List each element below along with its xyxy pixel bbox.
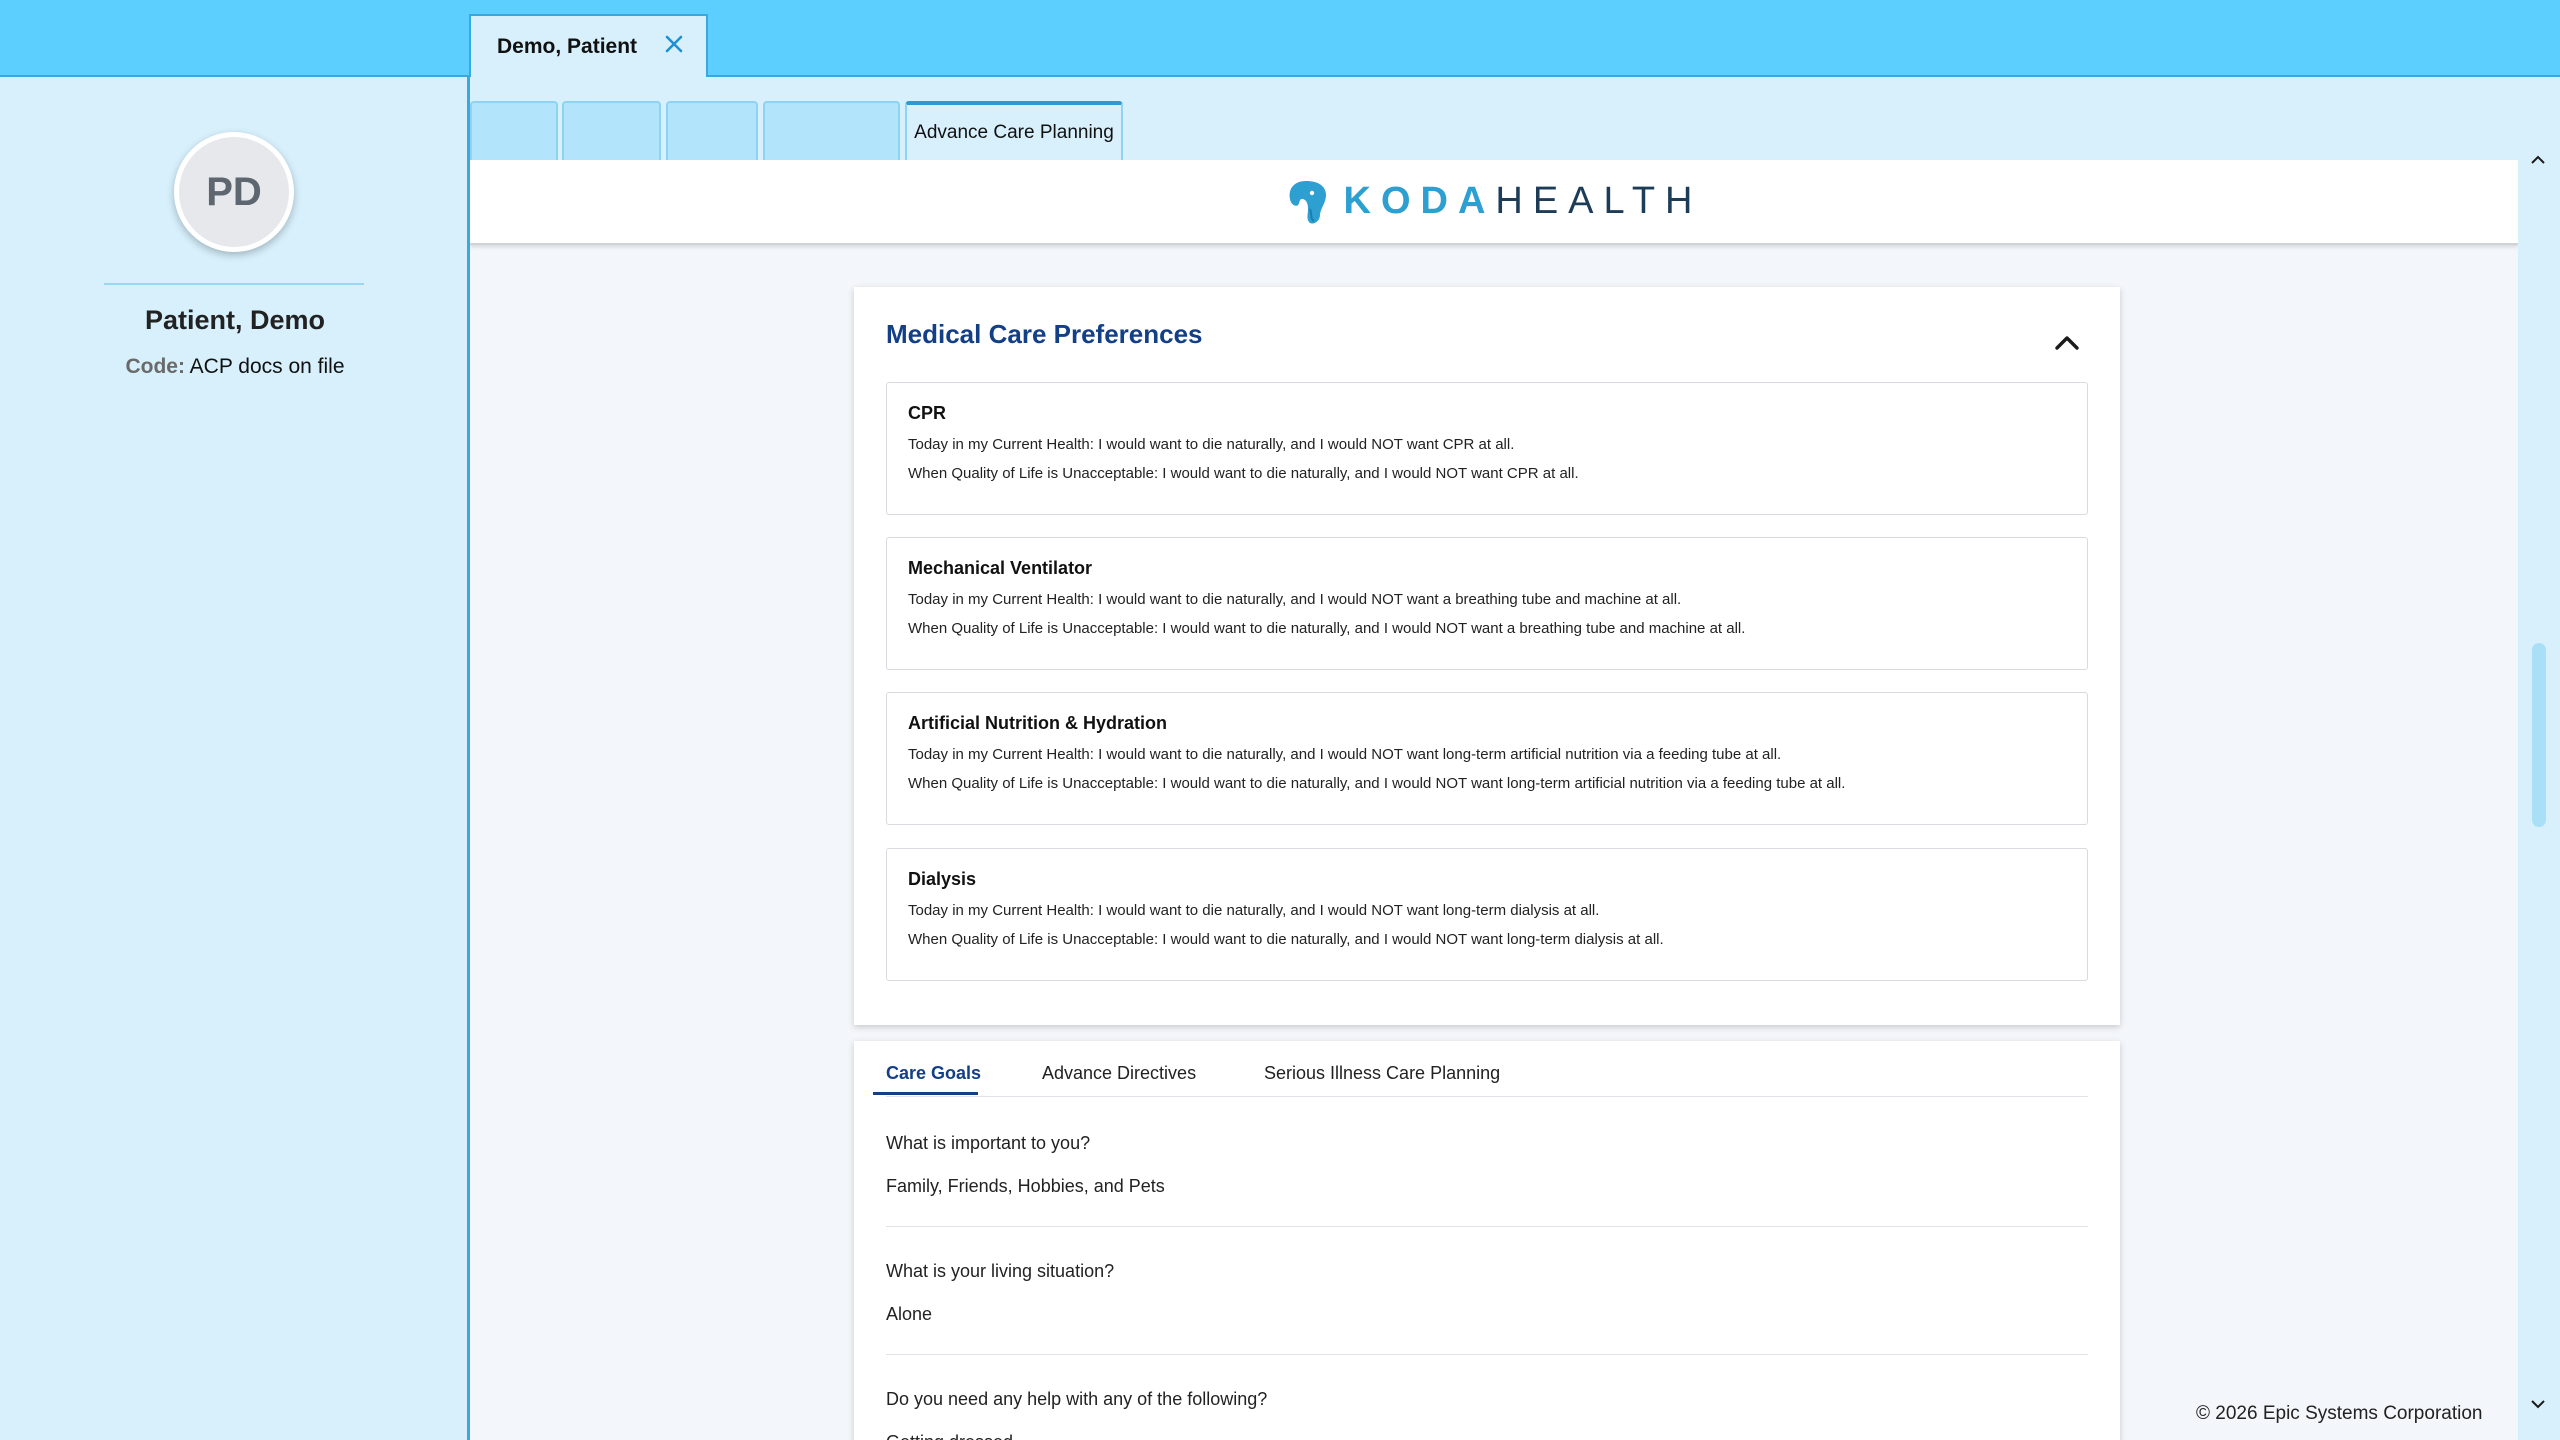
elephant-logo-icon — [1289, 180, 1326, 224]
medical-care-preferences-card: Medical Care Preferences CPR Today in my… — [854, 287, 2120, 1025]
chevron-up-icon[interactable] — [2528, 153, 2548, 167]
avatar: PD — [174, 132, 294, 252]
tab-advance-care-planning[interactable]: Advance Care Planning — [905, 101, 1123, 160]
code-value: ACP docs on file — [189, 355, 345, 378]
patient-tab-label: Demo, Patient — [497, 34, 638, 58]
preference-title: Dialysis — [908, 869, 977, 889]
divider — [886, 1354, 2088, 1355]
care-goals-card: Care Goals Advance Directives Serious Il… — [854, 1041, 2120, 1440]
tab-serious-illness-care-planning[interactable]: Serious Illness Care Planning — [1264, 1063, 1500, 1084]
patient-code: Code: ACP docs on file — [0, 355, 470, 379]
activity-tab-2[interactable] — [562, 101, 661, 160]
preference-unacceptable: When Quality of Life is Unacceptable: I … — [908, 931, 1664, 948]
patient-tab[interactable]: Demo, Patient — [469, 14, 708, 77]
question-text: Do you need any help with any of the fol… — [886, 1389, 1268, 1409]
preference-item-nutrition: Artificial Nutrition & Hydration Today i… — [886, 692, 2088, 825]
question-text: What is important to you? — [886, 1133, 1091, 1153]
top-bar: Demo, Patient — [0, 0, 2560, 77]
answer-text: Family, Friends, Hobbies, and Pets — [886, 1176, 1165, 1196]
scrollbar[interactable] — [2518, 145, 2560, 1440]
chevron-down-icon[interactable] — [2528, 1397, 2548, 1411]
answer-text: Alone — [886, 1304, 933, 1324]
answer-text: Getting dressed — [886, 1432, 1013, 1440]
divider — [886, 1226, 2088, 1227]
goal-tabs: Care Goals Advance Directives Serious Il… — [873, 1041, 2088, 1097]
section-title: Medical Care Preferences — [886, 319, 1203, 349]
preference-current: Today in my Current Health: I would want… — [908, 591, 1682, 608]
preference-item-cpr: CPR Today in my Current Health: I would … — [886, 382, 2088, 515]
main-content: KODA HEALTH Medical Care Preferences CPR… — [470, 160, 2518, 1440]
patient-name: Patient, Demo — [144, 305, 326, 335]
preference-unacceptable: When Quality of Life is Unacceptable: I … — [908, 775, 1846, 792]
koda-health-logo: KODA HEALTH — [1286, 179, 1703, 225]
tab-care-goals[interactable]: Care Goals — [886, 1063, 981, 1084]
activity-tab-3[interactable] — [666, 101, 758, 160]
close-icon[interactable] — [660, 30, 688, 58]
logo-bar: KODA HEALTH — [470, 160, 2518, 245]
preference-unacceptable: When Quality of Life is Unacceptable: I … — [908, 620, 1746, 637]
tab-advance-care-planning-label: Advance Care Planning — [914, 121, 1114, 143]
preference-unacceptable: When Quality of Life is Unacceptable: I … — [908, 465, 1579, 482]
copyright-text: © 2026 Epic Systems Corporation — [2196, 1403, 2483, 1424]
active-tab-underline — [873, 1092, 978, 1095]
preference-title: CPR — [908, 403, 947, 423]
tab-advance-directives[interactable]: Advance Directives — [1042, 1063, 1196, 1084]
preference-item-dialysis: Dialysis Today in my Current Health: I w… — [886, 848, 2088, 981]
avatar-initials: PD — [206, 169, 262, 214]
sidebar-divider — [104, 283, 364, 285]
preference-current: Today in my Current Health: I would want… — [908, 902, 1600, 919]
code-label: Code: — [125, 355, 185, 378]
preference-title: Artificial Nutrition & Hydration — [908, 713, 1168, 733]
preference-title: Mechanical Ventilator — [908, 558, 1093, 578]
logo-health-text: HEALTH — [1495, 180, 1703, 222]
logo-koda-text: KODA — [1343, 180, 1496, 222]
activity-tab-1[interactable] — [470, 101, 558, 160]
preference-current: Today in my Current Health: I would want… — [908, 746, 1782, 763]
scrollbar-thumb[interactable] — [2532, 643, 2546, 827]
question-text: What is your living situation? — [886, 1261, 1115, 1281]
preference-item-ventilator: Mechanical Ventilator Today in my Curren… — [886, 537, 2088, 670]
activity-tab-4[interactable] — [763, 101, 900, 160]
chevron-up-icon[interactable] — [2052, 331, 2082, 353]
preference-current: Today in my Current Health: I would want… — [908, 436, 1515, 453]
patient-sidebar: PD Patient, Demo Code: ACP docs on file — [0, 77, 470, 1440]
